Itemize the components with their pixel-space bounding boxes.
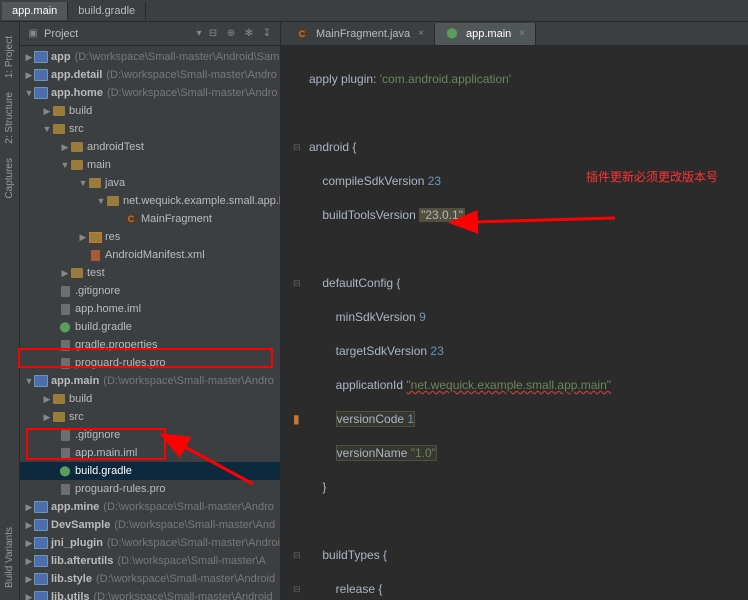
tree-item-am-src[interactable]: ▶src [20, 408, 280, 426]
folder-icon [70, 140, 84, 154]
window-tab-app-main[interactable]: app.main [2, 2, 68, 20]
editor-tab-mainfragment[interactable]: MainFragment.java × [285, 23, 435, 45]
project-header: ▣ Project ▾ ⊟ ⊕ ✻ ↧ [20, 22, 280, 46]
editor-tab-strip: MainFragment.java × app.main × [281, 22, 748, 46]
window-tab-label: build.gradle [78, 5, 135, 17]
module-icon [34, 590, 48, 600]
tree-item-androidtest[interactable]: ▶androidTest [20, 138, 280, 156]
xml-file-icon [88, 248, 102, 262]
package-icon [106, 194, 120, 208]
module-icon [34, 536, 48, 550]
editor-tab-app-main[interactable]: app.main × [435, 23, 536, 45]
tree-item-lib-utils[interactable]: ▶lib.utils(D:\workspace\Small-master\And… [20, 588, 280, 600]
tree-item-test[interactable]: ▶test [20, 264, 280, 282]
tree-item-gradle-props[interactable]: gradle.properties [20, 336, 280, 354]
tree-item-lib-afterutils[interactable]: ▶lib.afterutils(D:\workspace\Small-maste… [20, 552, 280, 570]
folder-icon [52, 410, 66, 424]
tree-item-mainfragment[interactable]: MainFragment [20, 210, 280, 228]
fold-icon[interactable]: ⊟ [293, 275, 301, 292]
editor-tab-label: app.main [466, 28, 511, 40]
module-icon [34, 86, 48, 100]
tree-item-am-gitignore[interactable]: .gitignore [20, 426, 280, 444]
module-icon [34, 554, 48, 568]
tree-item-res[interactable]: ▶res [20, 228, 280, 246]
hide-icon[interactable]: ↧ [260, 27, 274, 41]
folder-icon [52, 122, 66, 136]
rail-build-variants[interactable]: Build Variants [4, 523, 15, 592]
file-icon [58, 302, 72, 316]
tree-item-am-build[interactable]: ▶build [20, 390, 280, 408]
annotation-text: 插件更新必须更改版本号 [586, 168, 718, 185]
window-tab-strip: app.main build.gradle [0, 0, 748, 22]
close-icon[interactable]: × [418, 28, 424, 39]
module-icon [34, 518, 48, 532]
tree-item-manifest[interactable]: AndroidManifest.xml [20, 246, 280, 264]
folder-icon: ▣ [26, 27, 40, 41]
tree-item-build-gradle[interactable]: build.gradle [20, 318, 280, 336]
editor-tab-label: MainFragment.java [316, 28, 410, 40]
module-icon [34, 500, 48, 514]
tree-item-gitignore[interactable]: .gitignore [20, 282, 280, 300]
tree-item-app[interactable]: ▶app(D:\workspace\Small-master\Android\S… [20, 48, 280, 66]
folder-icon [88, 176, 102, 190]
tree-item-app-main[interactable]: ▼app.main(D:\workspace\Small-master\Andr… [20, 372, 280, 390]
tree-item-build[interactable]: ▶build [20, 102, 280, 120]
window-tab-label: app.main [12, 5, 57, 17]
tree-item-proguard[interactable]: proguard-rules.pro [20, 354, 280, 372]
tree-item-devsample[interactable]: ▶DevSample(D:\workspace\Small-master\And [20, 516, 280, 534]
gradle-file-icon [58, 320, 72, 334]
tree-item-am-app-main-iml[interactable]: app.main.iml [20, 444, 280, 462]
tree-item-package[interactable]: ▼net.wequick.example.small.app.ho [20, 192, 280, 210]
tree-item-app-mine[interactable]: ▶app.mine(D:\workspace\Small-master\Andr… [20, 498, 280, 516]
rail-project[interactable]: 1: Project [4, 32, 15, 82]
gear-icon[interactable]: ✻ [242, 27, 256, 41]
tree-item-am-proguard[interactable]: proguard-rules.pro [20, 480, 280, 498]
project-tree[interactable]: ▶app(D:\workspace\Small-master\Android\S… [20, 46, 280, 600]
project-tool-window: ▣ Project ▾ ⊟ ⊕ ✻ ↧ ▶app(D:\workspace\Sm… [20, 22, 281, 600]
tree-item-app-detail[interactable]: ▶app.detail(D:\workspace\Small-master\An… [20, 66, 280, 84]
rail-captures[interactable]: Captures [4, 154, 15, 203]
folder-icon [52, 104, 66, 118]
file-icon [58, 284, 72, 298]
close-icon[interactable]: × [519, 28, 525, 39]
collapse-icon[interactable]: ⊟ [206, 27, 220, 41]
class-icon [124, 212, 138, 226]
gradle-file-icon [445, 27, 459, 41]
file-icon [58, 482, 72, 496]
class-icon [295, 27, 309, 41]
chevron-down-icon[interactable]: ▾ [192, 27, 206, 41]
tree-item-java[interactable]: ▼java [20, 174, 280, 192]
tree-item-lib-style[interactable]: ▶lib.style(D:\workspace\Small-master\And… [20, 570, 280, 588]
fold-icon[interactable]: ⊟ [293, 139, 301, 156]
folder-icon [70, 266, 84, 280]
tree-item-jni-plugin[interactable]: ▶jni_plugin(D:\workspace\Small-master\An… [20, 534, 280, 552]
res-folder-icon [88, 230, 102, 244]
fold-icon[interactable]: ⊟ [293, 547, 301, 564]
tree-item-app-home-iml[interactable]: app.home.iml [20, 300, 280, 318]
project-dropdown[interactable]: Project [44, 28, 188, 40]
code-editor[interactable]: apply plugin: 'com.android.application' … [281, 46, 748, 600]
folder-icon [52, 392, 66, 406]
left-tool-rail: 1: Project 2: Structure Captures Build V… [0, 22, 20, 600]
file-icon [58, 338, 72, 352]
tree-item-main[interactable]: ▼main [20, 156, 280, 174]
folder-icon [70, 158, 84, 172]
tree-item-app-home[interactable]: ▼app.home(D:\workspace\Small-master\Andr… [20, 84, 280, 102]
editor-area: MainFragment.java × app.main × apply plu… [281, 22, 748, 600]
tree-item-am-build-gradle[interactable]: build.gradle [20, 462, 280, 480]
gradle-file-icon [58, 464, 72, 478]
target-icon[interactable]: ⊕ [224, 27, 238, 41]
module-icon [34, 50, 48, 64]
file-icon [58, 428, 72, 442]
module-icon [34, 572, 48, 586]
fold-icon[interactable]: ⊟ [293, 581, 301, 598]
module-icon [34, 68, 48, 82]
file-icon [58, 446, 72, 460]
window-tab-build-gradle[interactable]: build.gradle [68, 2, 146, 20]
file-icon [58, 356, 72, 370]
tree-item-src[interactable]: ▼src [20, 120, 280, 138]
rail-structure[interactable]: 2: Structure [4, 88, 15, 148]
module-icon [34, 374, 48, 388]
